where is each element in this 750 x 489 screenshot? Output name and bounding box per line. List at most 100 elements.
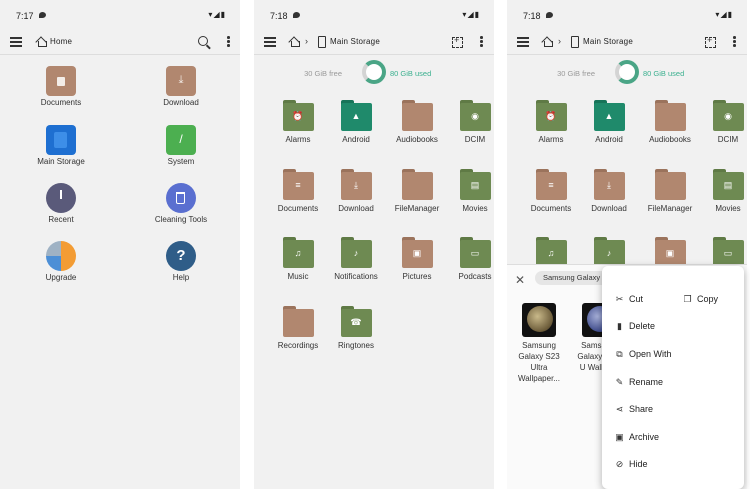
folder-item[interactable]: ▣ Pictures (389, 237, 445, 282)
storage-indicator: 30 GiB free 80 GiB used (507, 60, 747, 86)
more-options-icon[interactable] (227, 36, 230, 48)
folder-item[interactable]: ◉ DCIM (700, 100, 747, 145)
toolbar: Home (0, 32, 240, 55)
main-storage-screen: 7:18 ▾◢▮ › Main Storage 30 GiB free 80 G… (254, 0, 494, 489)
select-icon[interactable] (705, 35, 716, 48)
folder-label: Documents (277, 204, 319, 213)
folder-item[interactable]: Audiobooks (642, 100, 698, 145)
folder-item[interactable]: ☎ Ringtones (328, 306, 384, 351)
menu-item-rename[interactable]: ✎ Rename (614, 375, 663, 389)
notification-icon (293, 12, 300, 18)
folder-item[interactable]: FileManager (389, 169, 445, 214)
home-item-main-storage[interactable]: Main Storage (16, 125, 106, 166)
folder-item[interactable]: ⤓ Download (328, 169, 384, 214)
archive-icon: ▣ (615, 432, 624, 442)
status-time: 7:17 (16, 11, 34, 21)
home-icon[interactable] (288, 36, 300, 48)
folder-label: Podcasts (458, 272, 492, 281)
home-item-cleaning-tools[interactable]: Cleaning Tools (136, 183, 226, 224)
scissors-icon: ✂ (615, 294, 624, 304)
menu-item-delete[interactable]: ▮ Delete (614, 319, 655, 333)
rename-icon: ✎ (615, 377, 624, 387)
folder-item[interactable]: ⏰ Alarms (270, 100, 326, 145)
folder-icon: ◉ (712, 100, 744, 131)
home-icon[interactable] (541, 36, 553, 48)
select-icon[interactable] (452, 35, 463, 48)
menu-item-share[interactable]: ⋖ Share (614, 402, 653, 416)
context-menu: ✂ Cut ❐ Copy ▮ Delete ⧉ Open With ✎ Rename ⋖ S… (602, 266, 744, 489)
folder-icon: ▤ (712, 169, 744, 200)
search-icon[interactable] (198, 36, 208, 46)
storage-indicator: 30 GiB free 80 GiB used (254, 60, 494, 86)
folder-label: Documents (530, 204, 572, 213)
folder-item[interactable]: ◉ DCIM (447, 100, 494, 145)
folder-item[interactable]: ▲ Android (581, 100, 637, 145)
close-icon[interactable]: ✕ (515, 273, 525, 287)
menu-icon[interactable] (517, 37, 529, 47)
chevron-right-icon: › (305, 36, 308, 46)
home-item-download[interactable]: ⤓ Download (136, 66, 226, 107)
menu-item-cut[interactable]: ✂ Cut (614, 292, 643, 306)
status-icons: ▾◢▮ (715, 10, 733, 19)
folder-label: Android (595, 135, 623, 144)
sdcard-icon (318, 36, 326, 48)
more-options-icon[interactable] (480, 36, 483, 48)
home-item-help[interactable]: ? Help (136, 241, 226, 282)
storage-free: 30 GiB free (557, 69, 595, 78)
folder-icon (401, 100, 433, 131)
folder-label: Alarms (285, 135, 311, 144)
folder-label: Movies (462, 204, 488, 213)
folder-item[interactable]: ♫ Music (270, 237, 326, 282)
delete-icon: ▮ (617, 321, 622, 331)
help-icon: ? (166, 241, 196, 271)
home-item-recent[interactable]: Recent (16, 183, 106, 224)
folder-item[interactable]: ⤓ Download (581, 169, 637, 214)
chevron-right-icon: › (558, 36, 561, 46)
folder-item[interactable]: FileManager (642, 169, 698, 214)
menu-item-hide[interactable]: ⊘ Hide (614, 457, 648, 471)
folder-icon: ⏰ (535, 100, 567, 131)
folder-item[interactable]: ≡ Documents (523, 169, 579, 214)
folder-label: Android (342, 135, 370, 144)
home-item-documents[interactable]: Documents (16, 66, 106, 107)
folder-icon: ≡ (535, 169, 567, 200)
folder-icon: ◉ (459, 100, 491, 131)
menu-item-copy[interactable]: ❐ Copy (682, 292, 718, 306)
home-icon[interactable] (35, 36, 47, 48)
menu-item-open-with[interactable]: ⧉ Open With (614, 347, 671, 361)
status-bar: 7:18 ▾◢▮ (254, 0, 494, 32)
more-options-icon[interactable] (733, 36, 736, 48)
home-item-upgrade[interactable]: Upgrade (16, 241, 106, 282)
share-icon: ⋖ (615, 404, 624, 414)
folder-item[interactable]: ▲ Android (328, 100, 384, 145)
folder-label: FileManager (647, 204, 693, 213)
folder-icon: ⤓ (593, 169, 625, 200)
menu-item-archive[interactable]: ▣ Archive (614, 430, 659, 444)
page-title: Home (50, 37, 73, 46)
trash-icon (166, 183, 196, 213)
folder-item[interactable]: ▤ Movies (447, 169, 494, 214)
menu-icon[interactable] (264, 37, 276, 47)
folder-icon: ▣ (401, 237, 433, 268)
folder-item[interactable]: Recordings (270, 306, 326, 351)
folder-item[interactable]: ⏰ Alarms (523, 100, 579, 145)
menu-icon[interactable] (10, 37, 22, 47)
folder-label: Alarms (538, 135, 564, 144)
folder-icon: ▲ (340, 100, 372, 131)
home-item-system[interactable]: / System (136, 125, 226, 166)
documents-icon (46, 66, 76, 96)
folder-icon (654, 169, 686, 200)
storage-free: 30 GiB free (304, 69, 342, 78)
folder-item[interactable]: ♪ Notifications (328, 237, 384, 282)
folder-label: Audiobooks (396, 135, 438, 144)
folder-item[interactable]: ▭ Podcasts (447, 237, 494, 282)
folder-label: Recordings (277, 341, 319, 350)
folder-item[interactable]: ▤ Movies (700, 169, 747, 214)
folder-icon: ♫ (282, 237, 314, 268)
folder-item[interactable]: Audiobooks (389, 100, 445, 145)
folder-label: DCIM (464, 135, 486, 144)
folder-item[interactable]: ≡ Documents (270, 169, 326, 214)
folder-label: Movies (715, 204, 741, 213)
sdcard-icon (46, 125, 76, 155)
wallpaper-thumbnail[interactable] (522, 303, 556, 337)
